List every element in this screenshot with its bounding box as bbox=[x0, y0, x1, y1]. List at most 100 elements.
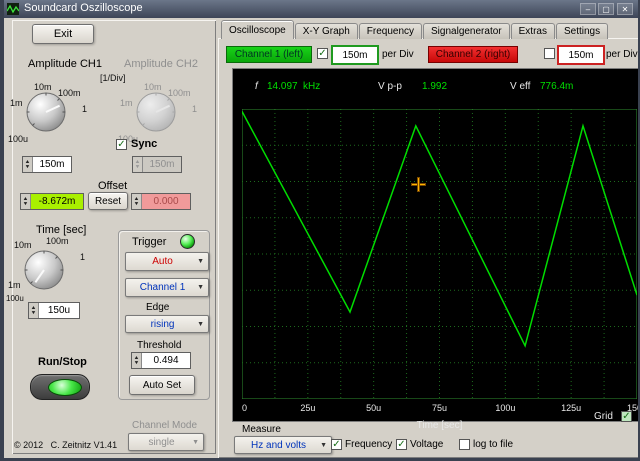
close-button[interactable]: ✕ bbox=[617, 3, 633, 15]
frequency-checkbox[interactable]: ✓ bbox=[331, 439, 342, 450]
x-tick-label: 125u bbox=[561, 403, 582, 413]
log-to-file-label: log to file bbox=[473, 439, 514, 450]
x-tick-label: 50u bbox=[366, 403, 382, 413]
reset-button[interactable]: Reset bbox=[88, 192, 128, 210]
check-icon: ✓ bbox=[318, 48, 327, 59]
amp2-scale-1m: 1m bbox=[120, 98, 133, 108]
time-spinner[interactable]: ▲ ▼ bbox=[29, 303, 39, 318]
x-tick-label: 100u bbox=[495, 403, 516, 413]
chevron-down-icon: ▼ bbox=[320, 441, 327, 449]
tab-extras[interactable]: Extras bbox=[510, 23, 555, 39]
channel1-checkbox[interactable]: ✓ bbox=[317, 48, 328, 59]
grid-label: Grid bbox=[594, 411, 613, 422]
window-title: Soundcard Oszilloscope bbox=[24, 2, 143, 14]
app-window: Soundcard Oszilloscope – ▢ ✕ Exit Amplit… bbox=[0, 0, 640, 461]
amp1-scale-1: 1 bbox=[82, 104, 88, 114]
veff-label: V eff bbox=[510, 81, 531, 92]
check-icon: ✓ bbox=[332, 439, 341, 450]
x-axis-title: Time [sec] bbox=[416, 420, 463, 431]
oscilloscope-panel: Channel 1 (left) ✓ 150m per Div Channel … bbox=[218, 38, 638, 458]
sync-checkbox[interactable]: ✓ bbox=[116, 139, 127, 150]
amplitude-ch2-label: Amplitude CH2 bbox=[124, 58, 198, 70]
chevron-down-icon: ▼ bbox=[192, 438, 199, 446]
time-knob[interactable] bbox=[24, 250, 64, 290]
channel1-per-div-label: per Div bbox=[382, 49, 414, 60]
tab-settings[interactable]: Settings bbox=[555, 23, 609, 39]
amplitude-ch2-knob[interactable] bbox=[136, 92, 176, 132]
time-scale-100u: 100u bbox=[6, 294, 24, 303]
tab-signalgenerator[interactable]: Signalgenerator bbox=[423, 23, 510, 39]
offset-ch2-value: ▲ ▼ 0.000 bbox=[131, 193, 191, 210]
grid-checkbox[interactable]: ✓ bbox=[621, 411, 632, 422]
auto-set-button[interactable]: Auto Set bbox=[129, 375, 195, 395]
copyright-text: © 2012 C. Zeitnitz V1.41 bbox=[14, 440, 118, 450]
measure-mode-dropdown[interactable]: Hz and volts ▼ bbox=[234, 436, 332, 454]
amplitude-ch1-knob[interactable] bbox=[26, 92, 66, 132]
voltage-label: Voltage bbox=[410, 439, 444, 450]
app-icon bbox=[7, 3, 19, 15]
channel2-color-box: Channel 2 (right) bbox=[428, 46, 518, 63]
channel2-per-div-value[interactable]: 150m bbox=[557, 45, 605, 65]
channel-mode-dropdown: single ▼ bbox=[128, 433, 204, 451]
channel1-color-box: Channel 1 (left) bbox=[226, 46, 312, 63]
check-icon: ✓ bbox=[397, 439, 406, 450]
offset-ch1-value[interactable]: ▲ ▼ -8.672m bbox=[20, 193, 84, 210]
run-indicator bbox=[48, 379, 82, 396]
threshold-spinner[interactable]: ▲ ▼ bbox=[132, 353, 142, 368]
amp1-scale-10m: 10m bbox=[34, 82, 52, 92]
amp2-scale-10m: 10m bbox=[144, 82, 162, 92]
amp1-scale-100u: 100u bbox=[8, 134, 29, 144]
tab-frequency[interactable]: Frequency bbox=[358, 23, 423, 39]
x-tick-label: 0 bbox=[242, 403, 248, 413]
chevron-down-icon: ▼ bbox=[197, 320, 204, 328]
run-stop-toggle[interactable] bbox=[30, 374, 90, 400]
minimize-button[interactable]: – bbox=[580, 3, 596, 15]
veff-value: 776.4m bbox=[540, 81, 574, 92]
trigger-mode-dropdown[interactable]: Auto ▼ bbox=[125, 252, 209, 271]
tab-oscilloscope[interactable]: Oscilloscope bbox=[221, 20, 294, 39]
time-value[interactable]: ▲ ▼ 150u bbox=[28, 302, 80, 319]
chevron-down-icon: ▼ bbox=[197, 258, 204, 265]
vpp-label: V p-p bbox=[378, 81, 402, 92]
threshold-value[interactable]: ▲ ▼ 0.494 bbox=[131, 352, 191, 369]
tab-xy-graph[interactable]: X-Y Graph bbox=[294, 23, 358, 39]
amplitude-ch1-value[interactable]: ▲ ▼ 150m bbox=[22, 156, 72, 173]
scope-plot bbox=[242, 109, 637, 399]
channel-mode-label: Channel Mode bbox=[132, 420, 198, 431]
x-tick-label: 75u bbox=[431, 403, 448, 413]
channel2-checkbox[interactable] bbox=[544, 48, 555, 59]
voltage-checkbox[interactable]: ✓ bbox=[396, 439, 407, 450]
check-icon: ✓ bbox=[117, 139, 126, 150]
vpp-value: 1.992 bbox=[422, 81, 448, 92]
freq-unit: kHz bbox=[303, 81, 321, 92]
x-axis-ticks: 025u50u75u100u125u150u bbox=[242, 403, 638, 414]
scope-display: f 14.097 kHz V p-p 1.992 V eff 776.4m 0 2… bbox=[232, 68, 638, 431]
title-bar: Soundcard Oszilloscope – ▢ ✕ bbox=[4, 0, 638, 18]
offset1-spinner[interactable]: ▲ ▼ bbox=[21, 194, 31, 209]
amp1-spinner[interactable]: ▲ ▼ bbox=[23, 157, 33, 172]
channel1-per-div-value[interactable]: 150m bbox=[331, 45, 379, 65]
run-stop-label: Run/Stop bbox=[38, 356, 87, 368]
maximize-button[interactable]: ▢ bbox=[598, 3, 614, 15]
time-scale-1: 1 bbox=[80, 252, 86, 262]
amp2-scale-1: 1 bbox=[192, 104, 198, 114]
time-scale-1m: 1m bbox=[8, 280, 21, 290]
time-scale-10m: 10m bbox=[14, 240, 32, 250]
trigger-title: Trigger bbox=[132, 236, 167, 248]
time-label: Time [sec] bbox=[36, 224, 87, 236]
exit-button[interactable]: Exit bbox=[32, 24, 94, 44]
channel2-per-div-label: per Div bbox=[606, 49, 638, 60]
amplitude-ch1-label: Amplitude CH1 bbox=[28, 58, 102, 70]
measure-label: Measure bbox=[242, 424, 281, 435]
check-icon: ✓ bbox=[622, 411, 631, 422]
offset-label: Offset bbox=[98, 180, 128, 192]
log-to-file-checkbox[interactable] bbox=[459, 439, 470, 450]
freq-value: 14.097 bbox=[267, 81, 298, 92]
trigger-led bbox=[180, 234, 195, 249]
trigger-edge-dropdown[interactable]: rising ▼ bbox=[125, 315, 209, 333]
threshold-label: Threshold bbox=[137, 340, 182, 351]
sync-label: Sync bbox=[131, 138, 158, 150]
x-tick-label: 25u bbox=[300, 403, 316, 413]
amp1-scale-1m: 1m bbox=[10, 98, 23, 108]
trigger-source-dropdown[interactable]: Channel 1 ▼ bbox=[125, 278, 209, 297]
